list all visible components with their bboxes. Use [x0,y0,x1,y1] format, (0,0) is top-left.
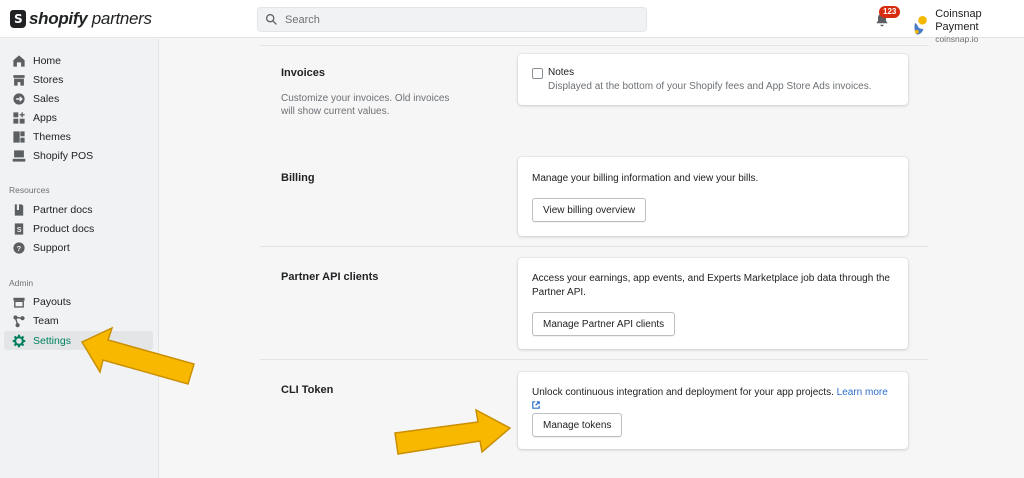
partner-docs-icon [14,203,24,216]
sidebar-item-sales[interactable]: Sales [4,89,153,108]
main-content: Invoices Customize your invoices. Old in… [160,39,1024,478]
search-bar[interactable] [257,7,647,32]
sidebar-item-product-docs[interactable]: S Product docs [4,219,153,238]
sidebar-item-themes[interactable]: Themes [4,127,153,146]
pos-icon [12,149,26,162]
sidebar-item-label: Themes [33,130,71,143]
cli-token-text-row: Unlock continuous integration and deploy… [532,386,892,414]
invoices-title: Invoices [281,67,326,79]
sidebar-item-home[interactable]: Home [4,51,153,70]
manage-partner-api-clients-button[interactable]: Manage Partner API clients [532,312,676,336]
notification-badge: 123 [879,6,901,18]
sidebar-item-label: Product docs [33,222,95,235]
sidebar-item-label: Settings [33,334,71,347]
cli-token-card: Unlock continuous integration and deploy… [518,372,908,449]
store-icon [13,74,25,86]
partner-api-card: Access your earnings, app events, and Ex… [518,258,908,349]
external-link-icon [532,401,540,409]
billing-title: Billing [281,172,315,184]
shopify-bag-icon [10,10,26,28]
sidebar-item-label: Sales [33,92,60,105]
sidebar-item-label: Stores [33,73,64,86]
notes-checkbox-label: Notes [548,67,575,78]
sidebar-item-apps[interactable]: Apps [4,108,153,127]
billing-text: Manage your billing information and view… [532,173,759,184]
admin-section-title: Admin [9,278,34,288]
team-icon [13,314,25,327]
sidebar-item-label: Payouts [33,295,71,308]
partner-api-title: Partner API clients [281,271,379,283]
sidebar-item-partner-docs[interactable]: Partner docs [4,200,153,219]
sales-icon [13,92,25,105]
sidebar-item-shopify-pos[interactable]: Shopify POS [4,146,153,165]
section-divider [260,246,928,247]
sidebar-item-label: Apps [33,111,57,124]
notes-checkbox-help: Displayed at the bottom of your Shopify … [548,81,872,92]
sidebar-item-label: Shopify POS [33,149,94,162]
account-name: Coinsnap Payment [935,8,982,33]
cli-token-text: Unlock continuous integration and deploy… [532,387,834,398]
shopify-partners-logo[interactable]: shopify partners [10,9,152,29]
search-input[interactable] [285,13,625,26]
logo-light-text: partners [87,9,152,28]
section-divider [260,45,928,46]
invoices-description: Customize your invoices. Old invoices wi… [281,93,450,117]
view-billing-overview-button[interactable]: View billing overview [532,198,647,222]
sidebar: Home Stores Sales Apps Themes Shopify PO… [0,39,159,478]
invoices-card: Notes Displayed at the bottom of your Sh… [518,54,908,105]
logo-bold-text: shopify [29,9,88,28]
arrow-annotation-icon [80,326,195,385]
search-icon [265,13,277,25]
product-docs-icon: S [14,222,24,235]
themes-icon [13,130,25,143]
svg-text:S: S [17,226,22,233]
sidebar-item-label: Team [33,314,59,327]
payouts-icon [13,297,25,308]
home-icon [13,54,25,67]
sidebar-item-label: Home [33,54,62,67]
arrow-annotation-icon [394,408,512,455]
manage-tokens-button[interactable]: Manage tokens [532,413,623,437]
top-bar: shopify partners 123 Coinsnap Payment co… [0,0,1024,44]
sidebar-item-label: Support [33,241,70,254]
apps-icon [13,111,25,124]
gear-icon [12,334,26,347]
sidebar-item-stores[interactable]: Stores [4,70,153,89]
notes-checkbox[interactable] [532,68,543,79]
sidebar-item-payouts[interactable]: Payouts [4,292,153,311]
partner-api-text: Access your earnings, app events, and Ex… [532,273,890,298]
svg-text:?: ? [17,244,22,253]
resources-section-title: Resources [9,185,50,195]
cli-token-title: CLI Token [281,384,334,396]
support-icon: ? [13,241,25,254]
billing-card: Manage your billing information and view… [518,157,908,236]
sidebar-item-label: Partner docs [33,203,93,216]
section-divider [260,359,928,360]
sidebar-item-support[interactable]: ? Support [4,238,153,257]
coinsnap-avatar-icon [914,15,927,35]
